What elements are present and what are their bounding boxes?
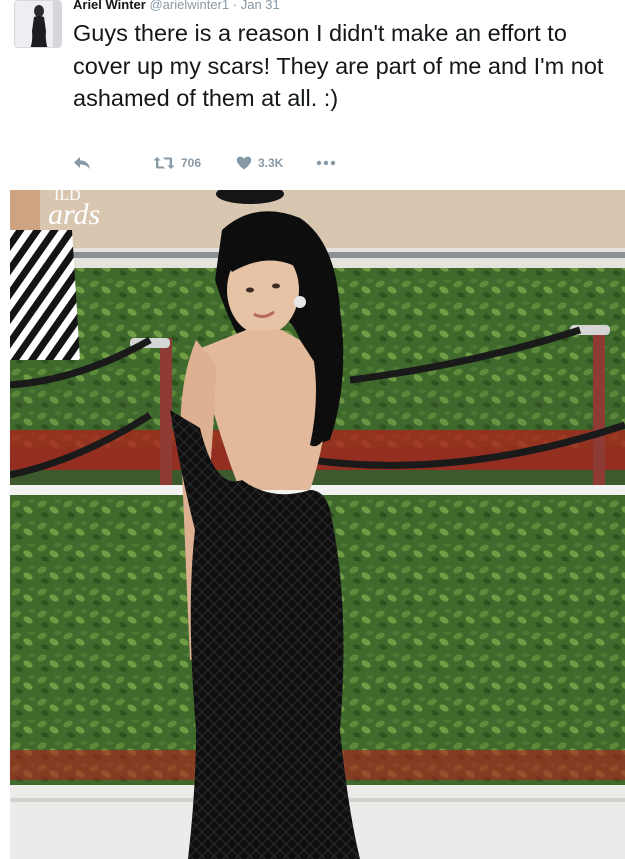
more-dots-icon xyxy=(316,160,336,166)
reply-icon xyxy=(73,156,91,170)
tweet-card: Ariel Winter @arielwinter1 · Jan 31 Guys… xyxy=(0,0,625,859)
avatar[interactable] xyxy=(14,0,62,48)
backdrop-text: ards xyxy=(48,198,100,231)
reply-button[interactable] xyxy=(73,153,91,173)
like-count: 3.3K xyxy=(258,156,284,170)
more-button[interactable] xyxy=(316,153,336,173)
tweet-actions: 706 3.3K xyxy=(73,153,373,173)
photo-illustration: ILD ards xyxy=(10,190,625,859)
heart-icon xyxy=(236,156,252,170)
retweet-count: 706 xyxy=(181,156,202,170)
retweet-button[interactable]: 706 xyxy=(153,153,201,173)
retweet-icon xyxy=(153,156,175,170)
tweet-timestamp[interactable]: Jan 31 xyxy=(241,0,280,12)
like-button[interactable]: 3.3K xyxy=(236,153,283,173)
display-name[interactable]: Ariel Winter xyxy=(73,0,146,12)
tweet-photo[interactable]: ILD ards xyxy=(10,190,625,859)
user-handle[interactable]: @arielwinter1 xyxy=(149,0,229,12)
tweet-text: Guys there is a reason I didn't make an … xyxy=(73,20,604,111)
tweet-header: Ariel Winter @arielwinter1 · Jan 31 xyxy=(73,0,280,15)
separator-dot: · xyxy=(232,0,238,12)
